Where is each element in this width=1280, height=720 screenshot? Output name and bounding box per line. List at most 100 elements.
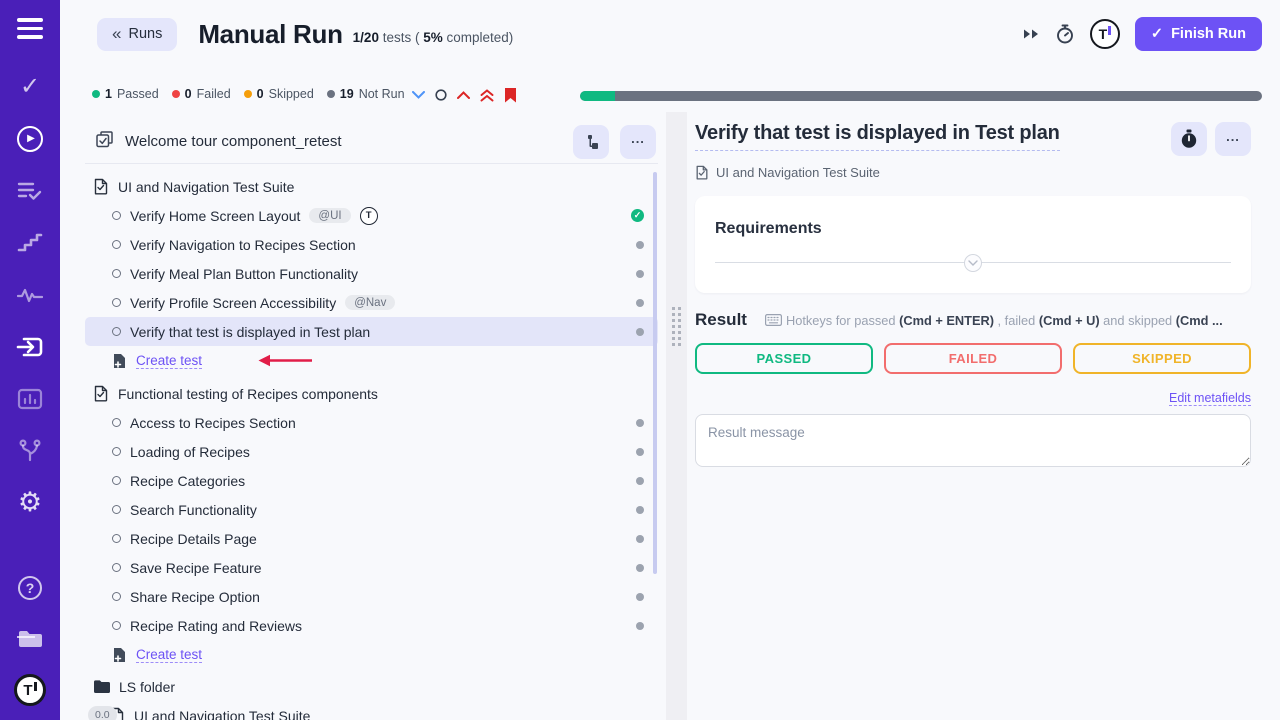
tree-rows: UI and Navigation Test Suite Verify Home… bbox=[85, 164, 658, 720]
requirements-title: Requirements bbox=[715, 220, 1231, 238]
test-circle-icon bbox=[112, 211, 121, 220]
test-label: Verify Home Screen Layout bbox=[130, 208, 300, 224]
test-row[interactable]: Verify Navigation to Recipes Section bbox=[85, 230, 658, 259]
suite-row[interactable]: Functional testing of Recipes components bbox=[85, 379, 658, 408]
test-tag-badge: @UI bbox=[309, 208, 350, 223]
folder-label: LS folder bbox=[119, 679, 175, 695]
test-circle-icon bbox=[112, 505, 121, 514]
run-progress-bar[interactable] bbox=[580, 91, 1262, 101]
tree-more-button[interactable]: ... bbox=[620, 125, 656, 159]
result-message-input[interactable] bbox=[695, 414, 1251, 467]
not-run-dot bbox=[636, 477, 644, 485]
steps-icon[interactable] bbox=[16, 229, 44, 257]
test-circle-icon bbox=[112, 298, 121, 307]
test-row[interactable]: Loading of Recipes bbox=[85, 437, 658, 466]
suite-row[interactable]: UI and Navigation Test Suite bbox=[85, 701, 658, 720]
passed-check-icon: ✓ bbox=[631, 209, 644, 222]
testomat-logo[interactable]: T bbox=[14, 674, 46, 706]
suite-label: Functional testing of Recipes components bbox=[118, 386, 378, 402]
create-test-row: Create test bbox=[85, 346, 658, 375]
test-row[interactable]: Verify Meal Plan Button Functionality bbox=[85, 259, 658, 288]
test-row[interactable]: Verify Profile Screen Accessibility @Nav bbox=[85, 288, 658, 317]
create-test-doc-icon bbox=[112, 353, 127, 369]
test-circle-icon bbox=[112, 447, 121, 456]
not-run-dot bbox=[636, 622, 644, 630]
timer-button[interactable] bbox=[1171, 122, 1207, 156]
chevron-down-icon[interactable] bbox=[412, 91, 425, 99]
help-icon[interactable]: ? bbox=[16, 574, 44, 602]
not-run-dot bbox=[636, 299, 644, 307]
test-row[interactable]: Recipe Rating and Reviews bbox=[85, 611, 658, 640]
test-row-selected[interactable]: Verify that test is displayed in Test pl… bbox=[85, 317, 658, 346]
panel-splitter[interactable] bbox=[666, 112, 687, 720]
not-run-dot bbox=[636, 328, 644, 336]
test-row[interactable]: Share Recipe Option bbox=[85, 582, 658, 611]
failed-button[interactable]: FAILED bbox=[884, 343, 1062, 374]
tree-view-button[interactable] bbox=[573, 125, 609, 159]
timer-icon bbox=[1180, 129, 1198, 149]
test-row[interactable]: Save Recipe Feature bbox=[85, 553, 658, 582]
run-play-icon[interactable]: ▶ bbox=[16, 125, 44, 153]
test-circle-icon bbox=[112, 476, 121, 485]
test-detail-title[interactable]: Verify that test is displayed in Test pl… bbox=[695, 122, 1060, 151]
pulse-icon[interactable] bbox=[16, 281, 44, 309]
fast-forward-icon[interactable] bbox=[1023, 27, 1040, 41]
hamburger-menu-icon[interactable] bbox=[17, 18, 43, 39]
check-nav-icon[interactable]: ✓ bbox=[16, 73, 44, 101]
create-test-link[interactable]: Create test bbox=[136, 353, 202, 369]
create-test-link[interactable]: Create test bbox=[136, 647, 202, 663]
folder-nav-icon[interactable] bbox=[16, 624, 44, 652]
stopwatch-icon[interactable] bbox=[1055, 23, 1075, 45]
tree-scrollbar[interactable] bbox=[653, 172, 657, 574]
app-sidebar: ✓ ▶ ⚙ ? T bbox=[0, 0, 60, 720]
header-testomat-logo[interactable]: T bbox=[1090, 19, 1120, 49]
double-chevron-up-icon[interactable] bbox=[480, 89, 494, 102]
not-run-dot bbox=[636, 270, 644, 278]
test-circle-icon bbox=[112, 534, 121, 543]
detail-suite-label: UI and Navigation Test Suite bbox=[716, 165, 880, 180]
create-test-row: Create test bbox=[85, 640, 658, 669]
test-row[interactable]: Recipe Details Page bbox=[85, 524, 658, 553]
detail-suite-breadcrumb[interactable]: UI and Navigation Test Suite bbox=[695, 165, 1251, 180]
back-to-runs-button[interactable]: « Runs bbox=[97, 18, 177, 51]
skipped-button[interactable]: SKIPPED bbox=[1073, 343, 1251, 374]
test-circle-icon bbox=[112, 592, 121, 601]
test-row[interactable]: Access to Recipes Section bbox=[85, 408, 658, 437]
run-title: Welcome tour component_retest bbox=[125, 133, 562, 150]
test-label: Access to Recipes Section bbox=[130, 415, 296, 431]
expand-toggle-icon[interactable] bbox=[964, 254, 982, 272]
not-run-dot bbox=[636, 564, 644, 572]
not-run-dot bbox=[636, 419, 644, 427]
test-label: Loading of Recipes bbox=[130, 444, 250, 460]
folder-icon bbox=[93, 679, 110, 694]
check-icon: ✓ bbox=[1151, 26, 1163, 42]
edit-metafields-link[interactable]: Edit metafields bbox=[1169, 391, 1251, 406]
test-label: Verify that test is displayed in Test pl… bbox=[130, 324, 370, 340]
gear-icon[interactable]: ⚙ bbox=[16, 489, 44, 517]
test-label: Save Recipe Feature bbox=[130, 560, 262, 576]
passed-button[interactable]: PASSED bbox=[695, 343, 873, 374]
create-test-doc-icon bbox=[112, 647, 127, 663]
chevron-up-icon[interactable] bbox=[457, 91, 470, 99]
test-circle-icon bbox=[112, 418, 121, 427]
test-circle-icon bbox=[112, 327, 121, 336]
list-check-icon[interactable] bbox=[16, 177, 44, 205]
chart-icon[interactable] bbox=[16, 385, 44, 413]
test-circle-icon bbox=[112, 240, 121, 249]
circle-outline-icon[interactable] bbox=[435, 89, 447, 101]
bookmark-icon[interactable] bbox=[504, 87, 517, 103]
legend-failed: 0Failed bbox=[172, 87, 231, 101]
finish-run-button[interactable]: ✓ Finish Run bbox=[1135, 17, 1262, 51]
test-row[interactable]: Verify Home Screen Layout @UI T ✓ bbox=[85, 201, 658, 230]
detail-more-button[interactable]: ... bbox=[1215, 122, 1251, 156]
import-icon[interactable] bbox=[16, 333, 44, 361]
test-label: Share Recipe Option bbox=[130, 589, 260, 605]
test-label: Verify Profile Screen Accessibility bbox=[130, 295, 336, 311]
test-row[interactable]: Search Functionality bbox=[85, 495, 658, 524]
result-title: Result bbox=[695, 310, 747, 330]
suite-row[interactable]: UI and Navigation Test Suite bbox=[85, 172, 658, 201]
suite-label: UI and Navigation Test Suite bbox=[118, 179, 294, 195]
test-row[interactable]: Recipe Categories bbox=[85, 466, 658, 495]
folder-row[interactable]: LS folder bbox=[85, 672, 658, 701]
branch-icon[interactable] bbox=[16, 437, 44, 465]
